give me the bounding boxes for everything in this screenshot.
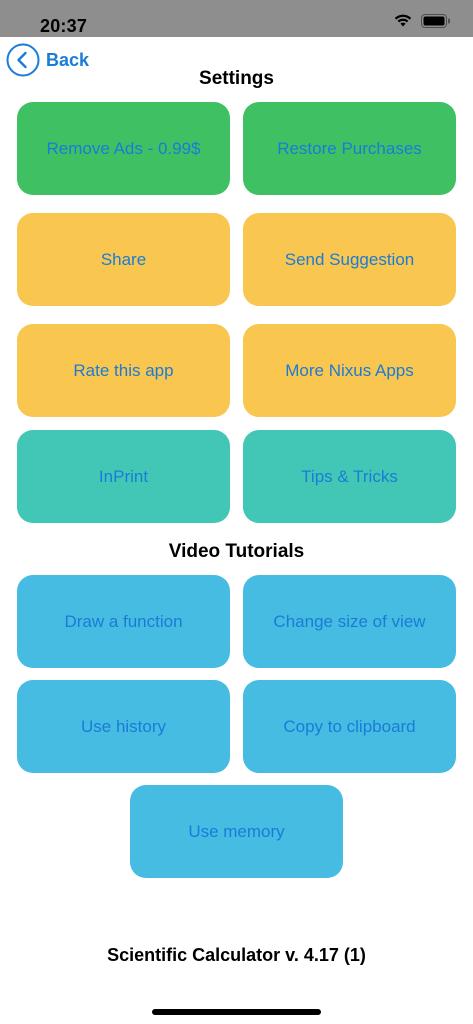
tips-tricks-button[interactable]: Tips & Tricks xyxy=(243,430,456,523)
more-apps-label: More Nixus Apps xyxy=(285,360,414,380)
battery-icon xyxy=(421,13,450,28)
status-icons xyxy=(393,13,451,28)
send-suggestion-button[interactable]: Send Suggestion xyxy=(243,213,456,306)
use-history-button[interactable]: Use history xyxy=(17,680,230,773)
more-apps-button[interactable]: More Nixus Apps xyxy=(243,324,456,417)
change-size-view-button[interactable]: Change size of view xyxy=(243,575,456,668)
use-memory-button[interactable]: Use memory xyxy=(130,785,343,878)
rate-app-button[interactable]: Rate this app xyxy=(17,324,230,417)
rate-app-label: Rate this app xyxy=(73,360,174,380)
restore-purchases-button[interactable]: Restore Purchases xyxy=(243,102,456,195)
copy-clipboard-label: Copy to clipboard xyxy=(283,716,416,736)
settings-title: Settings xyxy=(199,68,274,89)
copy-clipboard-button[interactable]: Copy to clipboard xyxy=(243,680,456,773)
remove-ads-button[interactable]: Remove Ads - 0.99$ xyxy=(17,102,230,195)
use-history-label: Use history xyxy=(80,716,167,736)
send-suggestion-label: Send Suggestion xyxy=(284,249,415,269)
remove-ads-label: Remove Ads - 0.99$ xyxy=(46,138,201,158)
inprint-label: InPrint xyxy=(98,466,149,486)
tips-tricks-label: Tips & Tricks xyxy=(301,466,398,486)
draw-function-label: Draw a function xyxy=(64,611,183,631)
change-size-view-label: Change size of view xyxy=(273,611,426,631)
home-indicator[interactable] xyxy=(152,1009,321,1015)
status-bar: 20:37 xyxy=(0,0,473,37)
app-version: Scientific Calculator v. 4.17 (1) xyxy=(107,945,366,965)
status-time: 20:37 xyxy=(40,16,88,36)
restore-purchases-label: Restore Purchases xyxy=(277,138,422,158)
inprint-button[interactable]: InPrint xyxy=(17,430,230,523)
share-button[interactable]: Share xyxy=(17,213,230,306)
use-memory-label: Use memory xyxy=(188,821,285,841)
draw-function-button[interactable]: Draw a function xyxy=(17,575,230,668)
wifi-icon xyxy=(394,14,412,27)
video-tutorials-title: Video Tutorials xyxy=(168,541,305,562)
share-label: Share xyxy=(100,249,147,269)
